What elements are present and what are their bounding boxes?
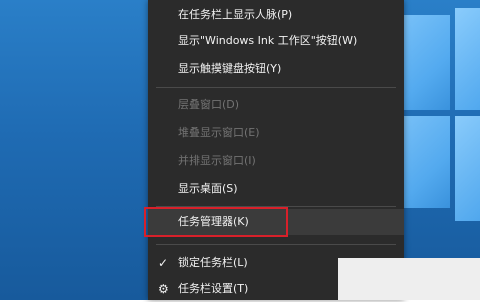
menu-item-label: 在任务栏上显示人脉(P) — [178, 8, 293, 21]
taskbar-context-menu: 在任务栏上显示人脉(P) 显示"Windows Ink 工作区"按钮(W) 显示… — [144, 0, 404, 300]
menu-item-label: 堆叠显示窗口(E) — [178, 126, 260, 139]
menu-item-show-people[interactable]: 在任务栏上显示人脉(P) — [148, 2, 404, 28]
menu-item-cascade-windows: 层叠窗口(D) — [148, 92, 404, 118]
light-overlay-patch — [338, 258, 480, 300]
menu-item-show-windows-ink[interactable]: 显示"Windows Ink 工作区"按钮(W) — [148, 28, 404, 54]
checkmark-icon: ✓ — [158, 256, 169, 270]
menu-item-label: 锁定任务栏(L) — [178, 256, 248, 269]
menu-divider — [156, 87, 396, 88]
menu-item-label: 显示"Windows Ink 工作区"按钮(W) — [178, 34, 358, 47]
menu-item-label: 任务栏设置(T) — [178, 282, 249, 295]
menu-item-show-touch-keyboard[interactable]: 显示触摸键盘按钮(Y) — [148, 56, 404, 82]
logo-pane — [455, 116, 480, 221]
menu-item-label: 显示桌面(S) — [178, 182, 238, 195]
menu-item-label: 显示触摸键盘按钮(Y) — [178, 62, 282, 75]
menu-divider — [156, 206, 396, 207]
menu-item-label: 并排显示窗口(I) — [178, 154, 256, 167]
menu-item-label: 层叠窗口(D) — [178, 98, 240, 111]
menu-item-side-by-side-windows: 并排显示窗口(I) — [148, 148, 404, 174]
menu-item-label: 任务管理器(K) — [178, 215, 249, 228]
gear-icon: ⚙ — [158, 282, 169, 296]
menu-item-stack-windows: 堆叠显示窗口(E) — [148, 120, 404, 146]
logo-pane — [455, 8, 480, 110]
menu-divider — [156, 244, 396, 245]
menu-item-show-desktop[interactable]: 显示桌面(S) — [148, 176, 404, 202]
menu-item-task-manager[interactable]: 任务管理器(K) — [148, 209, 404, 235]
